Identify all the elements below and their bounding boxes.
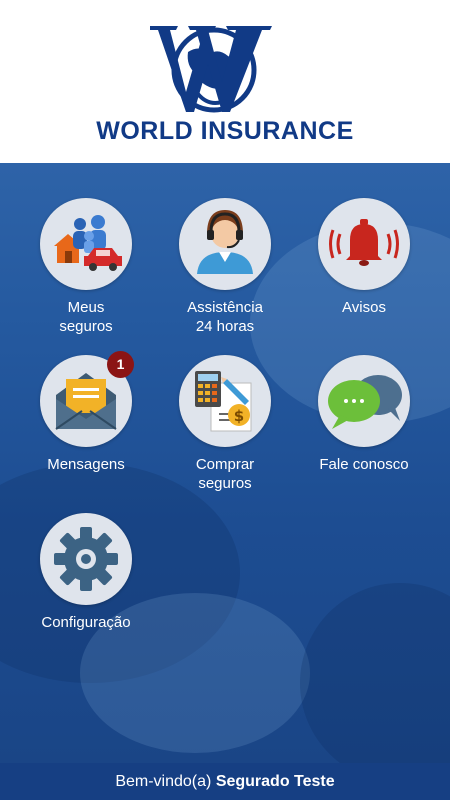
menu-item-label: Avisos — [342, 299, 386, 316]
menu-item-icon-circle: 1 — [40, 351, 134, 447]
menu-item-label: Comprar seguros — [195, 456, 255, 492]
menu-area: Meus seguros Assistência 24 horas Avisos… — [0, 163, 450, 763]
menu-item-icon-circle — [318, 355, 410, 447]
menu-item-fale-conosco[interactable]: Fale conosco — [294, 355, 434, 474]
menu-item-avisos[interactable]: Avisos — [294, 198, 434, 317]
family-house-car-icon — [54, 215, 122, 271]
menu-item-icon-circle — [40, 198, 132, 290]
menu-item-icon-circle — [179, 198, 271, 290]
brand-name: WORLD INSURANCE — [96, 117, 354, 145]
menu-item-configuracao[interactable]: Configuração — [16, 513, 156, 632]
welcome-greeting: Bem-vindo(a) — [115, 773, 212, 790]
app-header: WORLD INSURANCE — [0, 0, 450, 163]
menu-item-icon-circle — [40, 513, 132, 605]
menu-item-mensagens[interactable]: 1 Mensagens — [16, 351, 156, 474]
gear-icon — [54, 527, 118, 591]
menu-item-label: Mensagens — [47, 456, 125, 473]
calculator-document-icon: $ — [195, 371, 252, 432]
world-insurance-logo — [150, 26, 272, 113]
user-name: Segurado Teste — [215, 773, 335, 790]
menu-item-label: Meus seguros — [59, 299, 113, 335]
menu-item-label: Configuração — [41, 614, 131, 631]
menu-item-label: Fale conosco — [319, 456, 409, 473]
menu-item-assistencia-24-horas[interactable]: Assistência 24 horas — [155, 198, 295, 336]
menu-item-icon-circle: $ — [179, 355, 271, 447]
svg-text:$: $ — [234, 407, 244, 425]
menu-item-label: Assistência 24 horas — [187, 299, 263, 335]
unread-messages-badge: 1 — [107, 351, 134, 378]
menu-item-comprar-seguros[interactable]: $ Comprar seguros — [155, 355, 295, 493]
background-decoration — [300, 583, 450, 763]
call-center-agent-icon — [197, 210, 253, 274]
menu-item-meus-seguros[interactable]: Meus seguros — [16, 198, 156, 336]
alarm-bell-icon — [329, 219, 399, 266]
chat-bubbles-icon — [328, 375, 402, 429]
menu-item-icon-circle — [318, 198, 410, 290]
welcome-footer: Bem-vindo(a) Segurado Teste — [0, 763, 450, 800]
